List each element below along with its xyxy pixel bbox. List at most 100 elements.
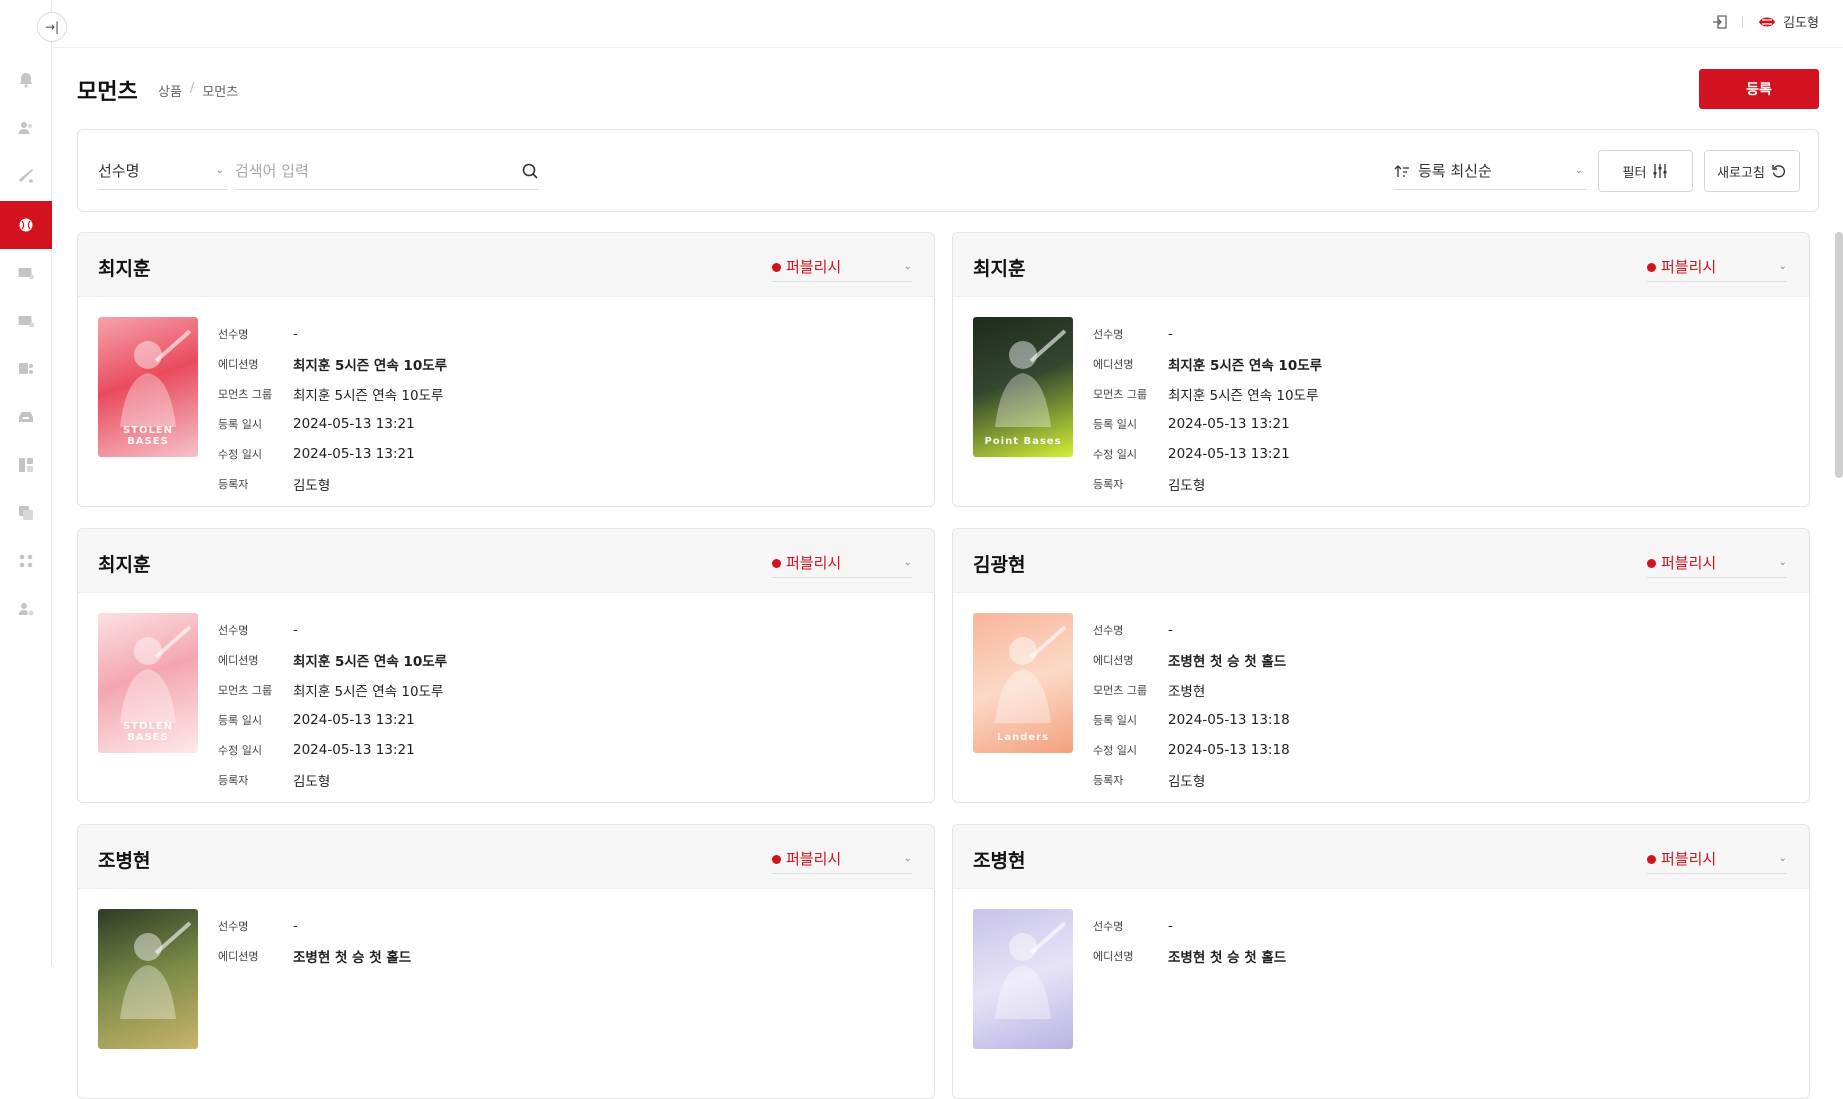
card-player-name: 김광현	[973, 554, 1026, 576]
meta-row-created-at: 등록 일시 2024-05-13 13:21	[218, 409, 447, 439]
player-card-pink-image[interactable]: STOLEN BASES	[98, 317, 198, 457]
status-select[interactable]: 퍼블리시 ⌄	[1647, 252, 1787, 282]
sort-icon	[1394, 164, 1409, 177]
status-value: 퍼블리시	[786, 554, 842, 572]
created-at-label: 등록 일시	[218, 714, 262, 727]
scrollbar-thumb[interactable]	[1835, 232, 1843, 478]
registered-by-value: 김도형	[1168, 774, 1206, 790]
dashboard-icon[interactable]	[0, 441, 52, 489]
stack-icon[interactable]	[0, 345, 52, 393]
breadcrumb-item-moments[interactable]: 모먼츠	[202, 81, 238, 100]
sort-value: 등록 최신순	[1418, 162, 1492, 180]
updated-at-value: 2024-05-13 13:21	[293, 446, 415, 462]
status-dot-icon	[772, 855, 781, 864]
search-icon[interactable]	[521, 162, 539, 180]
moment-card[interactable]: 최지훈 퍼블리시 ⌄ STOLEN BASES 선수명 - 에디션명 최지훈 5…	[77, 528, 935, 803]
thumbnail-caption: Landers	[996, 732, 1050, 743]
updated-at-label: 수정 일시	[218, 744, 262, 757]
refresh-button[interactable]: 새로고침	[1704, 150, 1800, 192]
status-select[interactable]: 퍼블리시 ⌄	[1647, 548, 1787, 578]
player-card-dark-image[interactable]: Point Bases	[973, 317, 1073, 457]
copy-icon[interactable]	[0, 489, 52, 537]
moments-group-value: 최지훈 5시즌 연속 10도루	[1168, 388, 1319, 404]
search-field-value: 선수명	[98, 162, 140, 180]
moment-card[interactable]: 조병현 퍼블리시 ⌄ 선수명 - 에디션명 조병현 첫 승 첫 홀드	[77, 824, 935, 1099]
meta-row-edition-name: 에디션명 조병현 첫 승 첫 홀드	[218, 941, 411, 971]
edition-name-label: 에디션명	[218, 358, 259, 371]
moment-card[interactable]: 조병현 퍼블리시 ⌄ 선수명 - 에디션명 조병현 첫 승 첫 홀드	[952, 824, 1810, 1099]
card-player-name: 조병현	[973, 850, 1026, 872]
moments-group-label: 모먼츠 그룹	[1093, 388, 1148, 401]
baseball-icon[interactable]	[0, 201, 52, 249]
logout-icon[interactable]	[1712, 14, 1728, 30]
sidebar-expand-icon[interactable]: →|	[37, 12, 67, 42]
card-settings-icon[interactable]	[0, 249, 52, 297]
registered-by-label: 등록자	[1093, 774, 1124, 787]
card-player-name: 최지훈	[98, 258, 151, 280]
status-select[interactable]: 퍼블리시 ⌄	[772, 844, 912, 874]
breadcrumb-item-product[interactable]: 상품	[158, 81, 182, 100]
meta-row-updated-at: 수정 일시 2024-05-13 13:21	[218, 439, 447, 469]
search-field-select[interactable]: 선수명 ⌄	[98, 152, 228, 190]
player-card-light-pink-image[interactable]: STOLEN BASES	[98, 613, 198, 753]
registered-by-value: 김도형	[293, 478, 331, 494]
chevron-down-icon: ⌄	[215, 165, 224, 176]
player-name-label: 선수명	[1093, 920, 1124, 933]
created-at-label: 등록 일시	[1093, 418, 1137, 431]
moments-group-label: 모먼츠 그룹	[218, 684, 273, 697]
updated-at-value: 2024-05-13 13:18	[1168, 742, 1290, 758]
moment-card[interactable]: 김광현 퍼블리시 ⌄ Landers 선수명 - 에디션명 조병현 첫 승 첫 …	[952, 528, 1810, 803]
created-at-label: 등록 일시	[218, 418, 262, 431]
status-select[interactable]: 퍼블리시 ⌄	[1647, 844, 1787, 874]
moment-card[interactable]: 최지훈 퍼블리시 ⌄ Point Bases 선수명 - 에디션명 최지훈 5시…	[952, 232, 1810, 507]
users-icon[interactable]	[0, 104, 52, 152]
updated-at-value: 2024-05-13 13:21	[1168, 446, 1290, 462]
meta-row-player-name: 선수명 -	[1093, 615, 1290, 645]
filter-button[interactable]: 필터	[1598, 150, 1693, 192]
player-card-green-image[interactable]	[98, 909, 198, 1049]
player-name-label: 선수명	[1093, 624, 1124, 637]
meta-row-player-name: 선수명 -	[218, 911, 411, 941]
status-select[interactable]: 퍼블리시 ⌄	[772, 252, 912, 282]
breadcrumb: 상품 / 모먼츠	[158, 81, 238, 100]
player-name-value: -	[1168, 622, 1173, 638]
card-list-icon[interactable]	[0, 297, 52, 345]
player-silhouette-icon	[995, 921, 1067, 1019]
filter-label: 필터	[1622, 164, 1647, 180]
meta-row-player-name: 선수명 -	[218, 615, 447, 645]
status-value: 퍼블리시	[786, 258, 842, 276]
bell-icon[interactable]	[0, 56, 52, 104]
meta-row-updated-at: 수정 일시 2024-05-13 13:21	[218, 735, 447, 765]
baseball-bat-icon[interactable]	[0, 152, 52, 200]
refresh-icon	[1772, 165, 1785, 178]
status-select[interactable]: 퍼블리시 ⌄	[772, 548, 912, 578]
player-name-label: 선수명	[218, 920, 249, 933]
player-name-label: 선수명	[218, 624, 249, 637]
player-silhouette-icon	[120, 921, 192, 1019]
player-card-lavender-image[interactable]	[973, 909, 1073, 1049]
refresh-label: 새로고침	[1717, 164, 1765, 180]
moment-card[interactable]: 최지훈 퍼블리시 ⌄ STOLEN BASES 선수명 - 에디션명 최지훈 5…	[77, 232, 935, 507]
status-dot-icon	[772, 559, 781, 568]
user-profile[interactable]: 김도형	[1757, 12, 1819, 31]
register-button[interactable]: 등록	[1699, 69, 1819, 109]
moments-group-value: 조병현	[1168, 684, 1206, 700]
search-input[interactable]	[235, 161, 505, 180]
player-name-value: -	[1168, 326, 1173, 342]
meta-row-registered-by: 등록자 김도형	[1093, 765, 1290, 795]
page-title: 모먼츠	[77, 80, 138, 105]
chevron-down-icon: ⌄	[903, 261, 912, 272]
player-card-peach-image[interactable]: Landers	[973, 613, 1073, 753]
card-meta: 선수명 - 에디션명 최지훈 5시즌 연속 10도루 모먼츠 그룹 최지훈 5시…	[1093, 319, 1322, 499]
team-logo-icon	[1759, 17, 1776, 26]
inbox-icon[interactable]	[0, 393, 52, 441]
card-meta: 선수명 - 에디션명 조병현 첫 승 첫 홀드 모먼츠 그룹 조병현 등록 일시…	[1093, 615, 1290, 795]
sort-select[interactable]: 등록 최신순 ⌄	[1394, 152, 1587, 190]
grid-icon[interactable]	[0, 537, 52, 585]
created-at-value: 2024-05-13 13:18	[1168, 712, 1290, 728]
card-meta: 선수명 - 에디션명 최지훈 5시즌 연속 10도루 모먼츠 그룹 최지훈 5시…	[218, 319, 447, 499]
edition-name-value: 조병현 첫 승 첫 홀드	[1168, 654, 1287, 670]
user-settings-icon[interactable]	[0, 585, 52, 633]
chevron-down-icon: ⌄	[903, 853, 912, 864]
card-player-name: 최지훈	[973, 258, 1026, 280]
